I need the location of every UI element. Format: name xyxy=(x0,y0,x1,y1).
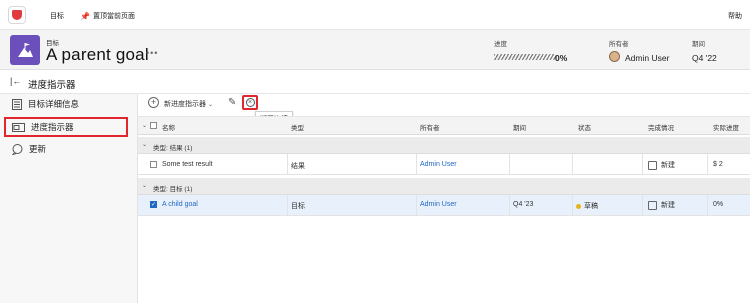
progress-indicator-icon xyxy=(12,122,25,132)
comment-icon xyxy=(12,143,23,155)
chevron-down-icon[interactable]: ⌄ xyxy=(142,141,147,148)
section-header xyxy=(0,70,750,94)
select-all-checkbox[interactable] xyxy=(150,122,157,129)
row-actual: $ 2 xyxy=(713,161,723,168)
row-name[interactable]: Some test result xyxy=(162,161,213,168)
pin-page-label: 置顶當前页面 xyxy=(92,13,135,20)
logo-mark xyxy=(12,10,22,20)
sidebar-item-progress-indicators[interactable]: 进度指示器 xyxy=(12,121,74,133)
row-actual: 0% xyxy=(713,201,724,208)
more-options-icon[interactable]: ••• xyxy=(146,48,158,58)
column-header-type[interactable]: 类型 xyxy=(291,122,304,132)
unlink-button[interactable]: × xyxy=(242,95,258,110)
row-owner[interactable]: Admin User xyxy=(420,201,457,208)
row-completion: 新建 xyxy=(648,200,675,210)
goal-icon xyxy=(10,35,40,65)
period-value: Q4 '22 xyxy=(692,53,717,63)
status-dot-icon xyxy=(576,203,581,209)
pin-icon: 📌 xyxy=(80,11,90,21)
chevron-down-icon: ⌄ xyxy=(207,102,213,108)
column-divider xyxy=(509,195,510,216)
progress-label: 进度 xyxy=(494,41,507,48)
column-header-completion[interactable]: 完成情况 xyxy=(648,122,674,132)
section-title: 进度指示器 xyxy=(28,80,76,91)
column-header-actual[interactable]: 实际进度 xyxy=(713,122,739,132)
group-label: 类型: 结果 (1) xyxy=(153,145,193,152)
update-icon[interactable] xyxy=(648,160,657,170)
goal-flag-icon xyxy=(18,43,33,57)
new-indicator-label: 新进度指示器 xyxy=(164,101,206,108)
sidebar-item-label: 更新 xyxy=(29,144,47,154)
update-icon[interactable] xyxy=(648,200,657,210)
column-header-owner[interactable]: 所有者 xyxy=(420,122,440,132)
owner-name[interactable]: Admin User xyxy=(625,53,669,63)
progress-value: 0% xyxy=(555,53,568,63)
column-header-name[interactable]: 名称 xyxy=(162,122,175,132)
row-status[interactable]: 草稿 xyxy=(576,201,598,211)
document-icon xyxy=(12,98,22,110)
help-link[interactable]: 帮助 xyxy=(728,11,742,21)
completion-label: 新建 xyxy=(661,202,675,209)
pin-page-button[interactable]: 📌 置顶當前页面 xyxy=(80,11,135,21)
row-period: Q4 '23 xyxy=(513,201,534,208)
row-checkbox[interactable] xyxy=(150,161,157,168)
app-logo[interactable] xyxy=(8,6,26,24)
column-header-status[interactable]: 状态 xyxy=(578,122,591,132)
completion-label: 新建 xyxy=(661,162,675,169)
row-checkbox[interactable]: ✓ xyxy=(150,201,157,208)
collapse-panel-icon[interactable]: |← xyxy=(10,76,21,86)
group-label: 类型: 目标 (1) xyxy=(153,186,193,193)
period-label: 期间 xyxy=(692,41,705,48)
chevron-down-icon[interactable]: ⌄ xyxy=(142,182,147,189)
new-indicator-button[interactable]: 新进度指示器 ⌄ xyxy=(164,99,213,109)
progress-bar xyxy=(494,54,556,60)
edit-icon[interactable]: ✎ xyxy=(228,97,236,108)
group-row-goals[interactable] xyxy=(138,178,750,195)
column-divider xyxy=(287,195,288,216)
column-divider xyxy=(707,195,708,216)
row-type: 结果 xyxy=(291,163,305,170)
column-divider xyxy=(287,154,288,175)
sidebar-item-updates[interactable]: 更新 xyxy=(12,143,46,155)
column-divider xyxy=(416,154,417,175)
column-divider xyxy=(572,154,573,175)
sidebar-item-goal-details[interactable]: 目标详细信息 xyxy=(12,98,79,110)
row-completion: 新建 xyxy=(648,160,675,170)
row-owner[interactable]: Admin User xyxy=(420,161,457,168)
group-row-results[interactable] xyxy=(138,137,750,154)
column-divider xyxy=(642,195,643,216)
sidebar-item-label: 进度指示器 xyxy=(31,122,74,132)
column-header-period[interactable]: 期间 xyxy=(513,122,526,132)
avatar[interactable] xyxy=(609,51,620,62)
goals-link[interactable]: 目标 xyxy=(50,11,64,21)
column-divider xyxy=(642,154,643,175)
status-label: 草稿 xyxy=(584,203,598,210)
column-divider xyxy=(572,195,573,216)
page-title: A parent goal xyxy=(46,45,149,64)
add-icon[interactable]: + xyxy=(148,97,159,108)
row-type: 目标 xyxy=(291,203,305,210)
column-divider xyxy=(707,154,708,175)
collapse-all-icon[interactable]: ⌄ xyxy=(142,122,147,129)
owner-label: 所有者 xyxy=(609,41,629,48)
column-divider xyxy=(509,154,510,175)
sidebar-item-label: 目标详细信息 xyxy=(28,99,80,109)
unlink-icon: × xyxy=(245,98,255,107)
row-name[interactable]: A child goal xyxy=(162,201,198,208)
column-divider xyxy=(416,195,417,216)
